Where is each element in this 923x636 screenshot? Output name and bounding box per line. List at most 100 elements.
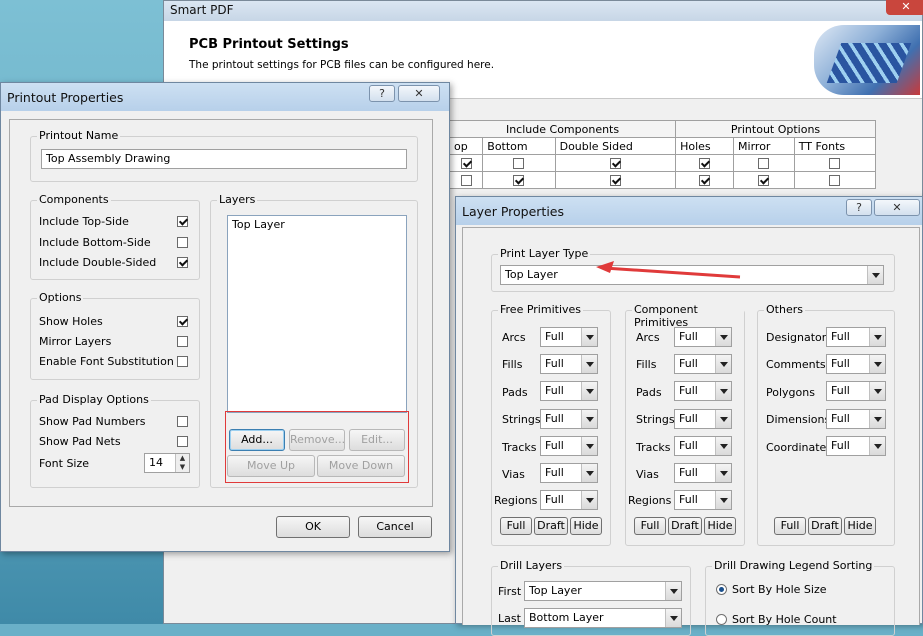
table-checkbox[interactable] — [513, 175, 525, 186]
free-draft-button[interactable]: Draft — [534, 517, 568, 535]
mirror-layers-checkbox[interactable] — [177, 336, 188, 347]
pads-select[interactable]: Full — [540, 381, 598, 401]
dialog-close-button[interactable]: ✕ — [398, 85, 440, 102]
others-hide-button[interactable]: Hide — [844, 517, 876, 535]
ok-button[interactable]: OK — [276, 516, 350, 538]
include-bottom-side-checkbox[interactable] — [177, 237, 188, 248]
vias-select[interactable]: Full — [540, 463, 598, 483]
last-drill-layer-select[interactable]: Bottom Layer — [524, 608, 682, 628]
strings-select[interactable]: Full — [540, 409, 598, 429]
edit-layer-button[interactable]: Edit... — [349, 429, 405, 451]
regions-select[interactable]: Full — [540, 490, 598, 510]
help-button[interactable]: ? — [369, 85, 395, 102]
sort-by-hole-size-radio[interactable] — [716, 584, 727, 595]
chevron-down-icon[interactable] — [869, 382, 885, 400]
add-layer-button[interactable]: Add... — [229, 429, 285, 451]
first-drill-layer-select[interactable]: Top Layer — [524, 581, 682, 601]
pads-select[interactable]: Full — [674, 381, 732, 401]
include-double-sided-checkbox[interactable] — [177, 257, 188, 268]
table-checkbox[interactable] — [609, 175, 621, 186]
chevron-down-icon[interactable] — [581, 491, 597, 509]
table-checkbox[interactable] — [758, 158, 770, 169]
chevron-down-icon[interactable] — [715, 355, 731, 373]
fills-select[interactable]: Full — [674, 354, 732, 374]
designators-select[interactable]: Full — [826, 327, 886, 347]
window-title: Smart PDF — [170, 3, 234, 17]
chevron-down-icon[interactable] — [715, 464, 731, 482]
regions-select[interactable]: Full — [674, 490, 732, 510]
arcs-select[interactable]: Full — [540, 327, 598, 347]
font-substitution-label: Enable Font Substitution — [39, 355, 174, 368]
tracks-select[interactable]: Full — [674, 436, 732, 456]
chevron-down-icon[interactable] — [867, 266, 883, 284]
strings-value: Full — [545, 412, 564, 425]
dialog-close-button[interactable]: ✕ — [874, 199, 920, 216]
show-pad-nets-checkbox[interactable] — [177, 436, 188, 447]
table-checkbox[interactable] — [829, 175, 841, 186]
table-checkbox[interactable] — [699, 158, 711, 169]
fills-select[interactable]: Full — [540, 354, 598, 374]
font-substitution-checkbox[interactable] — [177, 356, 188, 367]
cancel-button[interactable]: Cancel — [358, 516, 432, 538]
table-checkbox[interactable] — [460, 158, 472, 169]
chevron-down-icon[interactable] — [715, 382, 731, 400]
chevron-down-icon[interactable] — [581, 382, 597, 400]
arcs-label: Arcs — [502, 331, 526, 344]
chevron-down-icon[interactable] — [581, 355, 597, 373]
table-checkbox[interactable] — [699, 175, 711, 186]
chevron-down-icon[interactable] — [581, 410, 597, 428]
table-checkbox[interactable] — [513, 158, 525, 169]
move-down-button[interactable]: Move Down — [317, 455, 405, 477]
chevron-down-icon[interactable] — [715, 491, 731, 509]
chevron-down-icon[interactable] — [715, 437, 731, 455]
dialog-titlebar: Printout Properties ? ✕ — [1, 83, 449, 111]
chevron-down-icon[interactable] — [665, 609, 681, 627]
chevron-down-icon[interactable] — [869, 437, 885, 455]
free-full-button[interactable]: Full — [500, 517, 532, 535]
include-top-side-checkbox[interactable] — [177, 216, 188, 227]
remove-layer-button[interactable]: Remove... — [289, 429, 345, 451]
close-button[interactable]: ✕ — [886, 0, 923, 15]
vias-select[interactable]: Full — [674, 463, 732, 483]
chevron-down-icon[interactable] — [665, 582, 681, 600]
group-header-include-components: Include Components — [448, 120, 677, 138]
chevron-down-icon[interactable] — [869, 328, 885, 346]
chevron-down-icon[interactable] — [715, 410, 731, 428]
chevron-down-icon[interactable] — [715, 328, 731, 346]
spinner-arrows-icon[interactable]: ▲ ▼ — [175, 454, 189, 472]
sort-by-hole-count-radio[interactable] — [716, 614, 727, 625]
coordinates-select[interactable]: Full — [826, 436, 886, 456]
tracks-select[interactable]: Full — [540, 436, 598, 456]
move-up-button[interactable]: Move Up — [227, 455, 315, 477]
dimensions-select[interactable]: Full — [826, 409, 886, 429]
arcs-label: Arcs — [636, 331, 660, 344]
arcs-select[interactable]: Full — [674, 327, 732, 347]
strings-select[interactable]: Full — [674, 409, 732, 429]
polygons-select[interactable]: Full — [826, 381, 886, 401]
help-icon: ? — [856, 201, 862, 214]
comments-select[interactable]: Full — [826, 354, 886, 374]
show-pad-numbers-checkbox[interactable] — [177, 416, 188, 427]
chevron-down-icon[interactable] — [581, 464, 597, 482]
list-item[interactable]: Top Layer — [228, 216, 406, 233]
component-full-button[interactable]: Full — [634, 517, 666, 535]
free-hide-button[interactable]: Hide — [570, 517, 602, 535]
help-button[interactable]: ? — [846, 199, 872, 216]
font-size-spinner[interactable]: 14 ▲ ▼ — [144, 453, 190, 473]
component-hide-button[interactable]: Hide — [704, 517, 736, 535]
strings-label: Strings — [636, 413, 675, 426]
show-holes-checkbox[interactable] — [177, 316, 188, 327]
layers-list[interactable]: Top Layer — [227, 215, 407, 413]
others-full-button[interactable]: Full — [774, 517, 806, 535]
table-checkbox[interactable] — [609, 158, 621, 169]
chevron-down-icon[interactable] — [581, 328, 597, 346]
table-checkbox[interactable] — [758, 175, 770, 186]
printout-name-input[interactable]: Top Assembly Drawing — [41, 149, 407, 169]
chevron-down-icon[interactable] — [869, 355, 885, 373]
others-draft-button[interactable]: Draft — [808, 517, 842, 535]
table-checkbox[interactable] — [460, 175, 472, 186]
chevron-down-icon[interactable] — [581, 437, 597, 455]
component-draft-button[interactable]: Draft — [668, 517, 702, 535]
chevron-down-icon[interactable] — [869, 410, 885, 428]
table-checkbox[interactable] — [829, 158, 841, 169]
